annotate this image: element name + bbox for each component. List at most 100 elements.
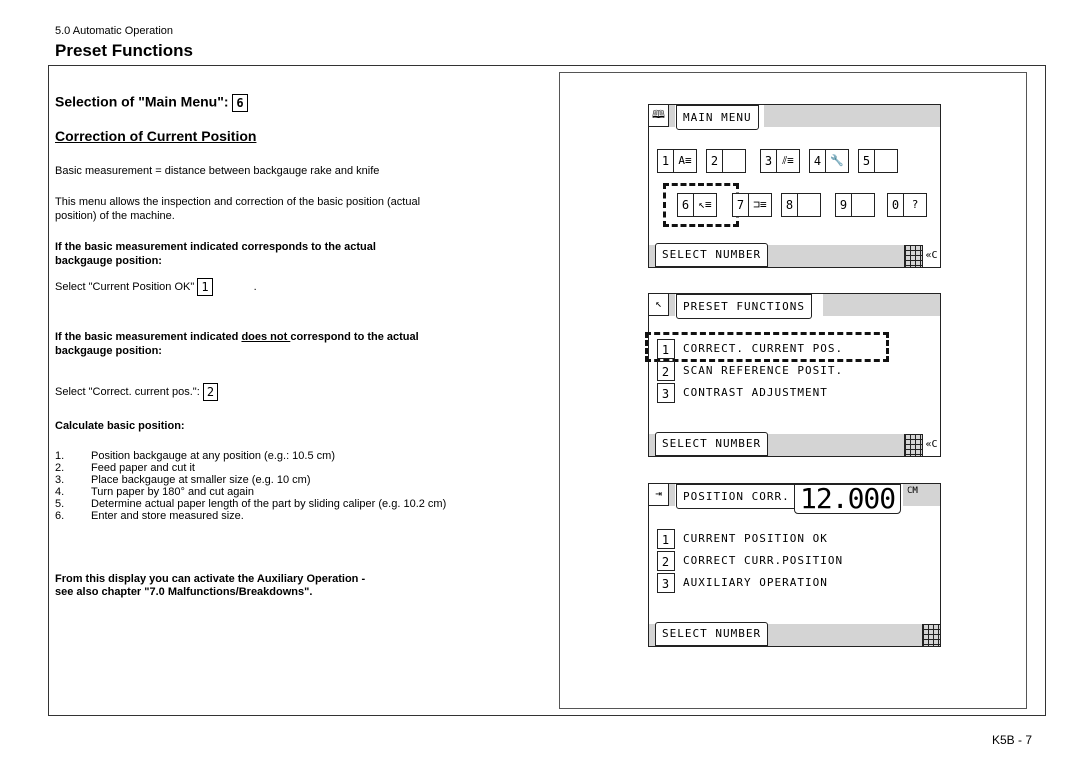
option-label: CURRENT POSITION OK [683, 532, 828, 545]
section-label: 5.0 Automatic Operation [55, 25, 174, 37]
selection-heading-text: Selection of "Main Menu": [55, 93, 229, 110]
case1-action-text: Select "Current Position OK" [55, 280, 195, 293]
key-6-box: 6 [232, 94, 248, 112]
step-item: 3. Place backgauge at smaller size (e.g. … [55, 475, 311, 486]
case2-action: Select "Correct. current pos.": 2 [55, 383, 219, 401]
step-text: Position backgauge at any position (e.g.… [91, 450, 335, 462]
wrench-icon: 🔧 [830, 154, 844, 167]
option-current-position-ok[interactable]: 1 CURRENT POSITION OK [657, 529, 828, 549]
position-icon: ⇥ [649, 484, 669, 506]
key-number: 0 [888, 194, 904, 216]
position-corr-screen: ⇥ POSITION CORR. 12.000 CM 1 CURRENT POSI… [648, 483, 941, 647]
menu-key-7[interactable]: 7 ⊐≡ [732, 193, 772, 217]
keypad-icon[interactable] [904, 245, 922, 267]
screen-title-bar: 🕮 MAIN MENU [649, 105, 940, 130]
blank-icon [798, 194, 820, 216]
preset-icon: ↖ [649, 294, 669, 316]
menu-key-4[interactable]: 4 🔧 [809, 149, 849, 173]
step-text: Place backgauge at smaller size (e.g. 10… [91, 474, 311, 486]
case2-line-2: backgauge position: [55, 345, 162, 357]
step-item: 5. Determine actual paper length of the p… [55, 499, 446, 510]
case2-line-1: If the basic measurement indicated does … [55, 331, 419, 344]
option-label: CORRECT CURR.POSITION [683, 554, 844, 567]
key-2-box: 2 [202, 383, 219, 401]
option-label: CORRECT. CURRENT POS. [683, 342, 844, 355]
book-icon: 🕮 [649, 105, 669, 127]
status-bar: SELECT NUMBER [649, 622, 940, 646]
case2-pre: If the basic measurement indicated [55, 331, 242, 343]
key-number: 4 [810, 150, 826, 172]
case1-action: Select "Current Position OK" 1 . [55, 278, 257, 296]
key-1-box: 1 [197, 278, 213, 296]
option-key: 1 [657, 339, 675, 359]
definition-text: Basic measurement = distance between bac… [55, 165, 380, 177]
option-label: CONTRAST ADJUSTMENT [683, 386, 828, 399]
key-number: 2 [707, 150, 723, 172]
preset-functions-screen: ↖ PRESET FUNCTIONS 1 CORRECT. CURRENT POS… [645, 293, 941, 457]
key-number: 7 [733, 194, 749, 216]
step-text: Feed paper and cut it [91, 462, 195, 474]
step-num: 6. [55, 510, 65, 522]
grip-pattern [669, 484, 675, 506]
keypad-icon[interactable] [904, 434, 922, 456]
cut-icon: ⫽≡ [782, 154, 794, 167]
screen-title: MAIN MENU [676, 105, 759, 130]
blank-icon [852, 194, 874, 216]
menu-key-3[interactable]: 3 ⫽≡ [760, 149, 800, 173]
key-number: 6 [678, 194, 694, 216]
clear-button[interactable]: «C [922, 434, 940, 456]
option-contrast-adjustment[interactable]: 3 CONTRAST ADJUSTMENT [657, 383, 828, 403]
menu-key-0[interactable]: 0? [887, 193, 927, 217]
option-auxiliary-operation[interactable]: 3 AUXILIARY OPERATION [657, 573, 828, 593]
option-label: AUXILIARY OPERATION [683, 576, 828, 589]
case1-line-1: If the basic measurement indicated corre… [55, 241, 376, 253]
intro-line-1: This menu allows the inspection and corr… [55, 196, 421, 208]
status-bar: SELECT NUMBER «C [649, 432, 940, 456]
subheading: Correction of Current Position [55, 128, 257, 144]
select-number-label: SELECT NUMBER [655, 622, 769, 646]
select-number-label: SELECT NUMBER [655, 243, 769, 267]
option-scan-reference[interactable]: 2 SCAN REFERENCE POSIT. [657, 361, 843, 381]
option-correct-current-pos[interactable]: 1 CORRECT. CURRENT POS. [657, 339, 843, 359]
key-number: 3 [761, 150, 777, 172]
menu-key-2[interactable]: 2 [706, 149, 746, 173]
option-key: 1 [657, 529, 675, 549]
help-icon: ? [911, 198, 919, 211]
option-key: 2 [657, 361, 675, 381]
key-number: 9 [836, 194, 852, 216]
step-num: 1. [55, 450, 65, 462]
intro-line-2: position) of the machine. [55, 210, 175, 222]
menu-key-9[interactable]: 9 [835, 193, 875, 217]
status-bar: SELECT NUMBER «C [649, 243, 940, 267]
option-key: 3 [657, 383, 675, 403]
menu-key-8[interactable]: 8 [781, 193, 821, 217]
key-number: 1 [658, 150, 674, 172]
screen-title: POSITION CORR. [676, 484, 797, 509]
case2-post: correspond to the actual [290, 331, 419, 343]
screen-title: PRESET FUNCTIONS [676, 294, 812, 319]
step-item: 6. Enter and store measured size. [55, 511, 244, 522]
step-item: 2. Feed paper and cut it [55, 463, 195, 474]
blank-icon [723, 150, 745, 172]
clear-button[interactable]: «C [922, 245, 940, 267]
position-value: 12.000 [794, 484, 902, 514]
step-num: 2. [55, 462, 65, 474]
menu-key-5[interactable]: 5 [858, 149, 898, 173]
grip-pattern [669, 294, 675, 316]
title-fill-pattern [823, 294, 940, 316]
key-number: 5 [859, 150, 875, 172]
step-num: 3. [55, 474, 65, 486]
main-menu-screen: 🕮 MAIN MENU 1 A≡ 2 3 ⫽≡ 4 🔧 5 6 ↖≡ 7 ⊐≡ 8 9 0… [648, 104, 941, 268]
menu-key-6[interactable]: 6 ↖≡ [677, 193, 717, 217]
note-line-2: see also chapter "7.0 Malfunctions/Break… [55, 586, 313, 598]
step-item: 4. Turn paper by 180° and cut again [55, 487, 254, 498]
menu-key-1[interactable]: 1 A≡ [657, 149, 697, 173]
blank-icon [875, 150, 897, 172]
keypad-icon[interactable] [922, 624, 940, 646]
stack-icon: ⊐≡ [753, 198, 767, 211]
step-item: 1. Position backgauge at any position (e.… [55, 451, 335, 462]
step-text: Determine actual paper length of the par… [91, 498, 447, 510]
option-correct-curr-position[interactable]: 2 CORRECT CURR.POSITION [657, 551, 843, 571]
option-key: 2 [657, 551, 675, 571]
trailing-dot: . [253, 280, 257, 293]
